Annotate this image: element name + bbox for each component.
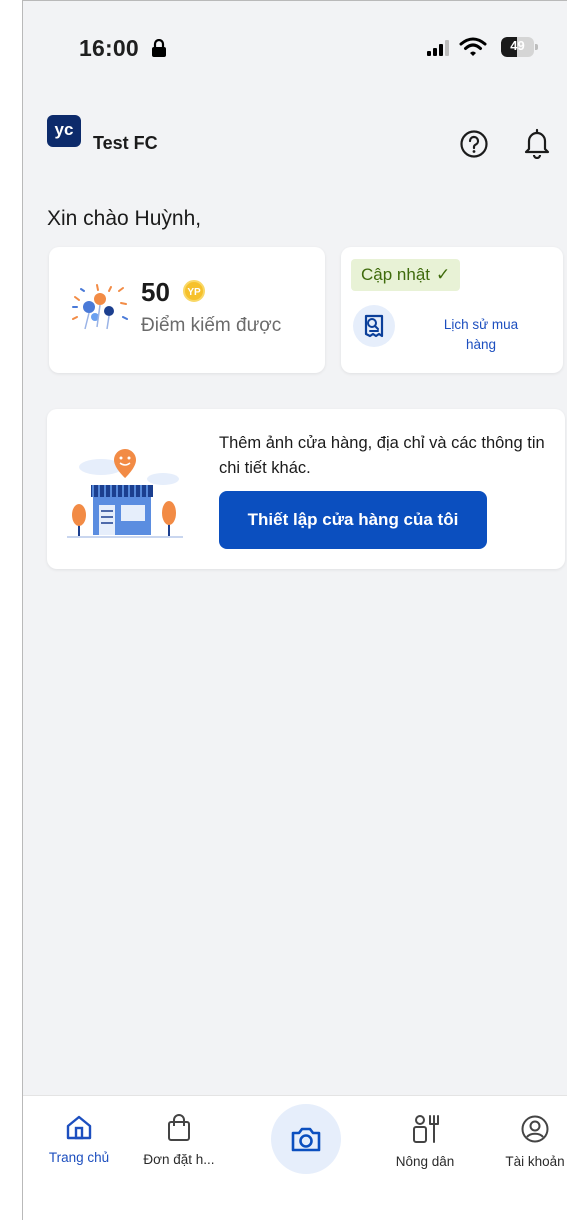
app-screen: 16:00 49 yc Test FC Xin chào Huỳnh, 50 Y… (22, 0, 567, 1220)
points-value: 50 (141, 277, 170, 307)
signal-icon (427, 40, 449, 56)
nav-account[interactable]: Tài khoản (485, 1114, 567, 1169)
nav-farmer-label: Nông dân (395, 1154, 455, 1169)
store-illustration-icon (67, 449, 183, 538)
greeting-text: Xin chào Huỳnh, (47, 207, 202, 230)
points-label: Điểm kiếm được (141, 315, 282, 336)
nav-orders[interactable]: Đơn đặt h... (129, 1114, 229, 1167)
battery-indicator: 49 (501, 37, 539, 57)
nav-account-label: Tài khoản (505, 1154, 565, 1169)
nav-orders-label: Đơn đặt h... (143, 1152, 215, 1167)
update-label: Cập nhật (361, 265, 430, 284)
purchase-history-link[interactable]: Lịch sử mua hàng (425, 315, 537, 355)
status-bar: 16:00 49 (23, 31, 567, 67)
nav-home-label: Trang chủ (48, 1150, 110, 1165)
battery-level: 49 (510, 38, 525, 53)
update-badge[interactable]: Cập nhật ✓ (351, 259, 461, 291)
wifi-icon (459, 37, 487, 56)
confetti-illustration-icon (72, 284, 128, 330)
question-circle-icon[interactable] (459, 129, 489, 159)
account-icon (521, 1115, 549, 1143)
farmer-icon (413, 1115, 439, 1143)
bell-icon[interactable] (523, 127, 551, 159)
setup-store-card: Thêm ảnh cửa hàng, địa chỉ và các thông … (47, 409, 565, 569)
purchase-history-card[interactable]: Cập nhật ✓ Lịch sử mua hàng (341, 247, 563, 373)
store-name[interactable]: Test FC (93, 133, 158, 154)
nav-home[interactable]: Trang chủ (29, 1114, 129, 1165)
home-icon (66, 1115, 92, 1140)
coin-icon: YP (183, 280, 205, 302)
check-icon: ✓ (436, 265, 451, 284)
camera-icon (291, 1127, 321, 1152)
camera-button[interactable] (271, 1104, 341, 1174)
shopping-bag-icon (168, 1114, 190, 1141)
history-link-line2: hàng (465, 337, 497, 352)
store-logo: yc (47, 115, 81, 147)
status-time: 16:00 (79, 35, 139, 61)
receipt-search-icon (364, 314, 384, 338)
nav-farmer[interactable]: Nông dân (375, 1114, 475, 1169)
setup-description: Thêm ảnh cửa hàng, địa chỉ và các thông … (219, 434, 545, 477)
lock-icon (152, 39, 166, 57)
history-link-line1: Lịch sử mua (443, 317, 519, 332)
setup-store-button[interactable]: Thiết lập cửa hàng của tôi (219, 491, 487, 549)
bottom-navigation: Trang chủ Đơn đặt h... Nông dân Tài khoả… (23, 1095, 567, 1220)
points-card[interactable]: 50 YP Điểm kiếm được (49, 247, 325, 373)
receipt-icon-container (353, 305, 395, 347)
